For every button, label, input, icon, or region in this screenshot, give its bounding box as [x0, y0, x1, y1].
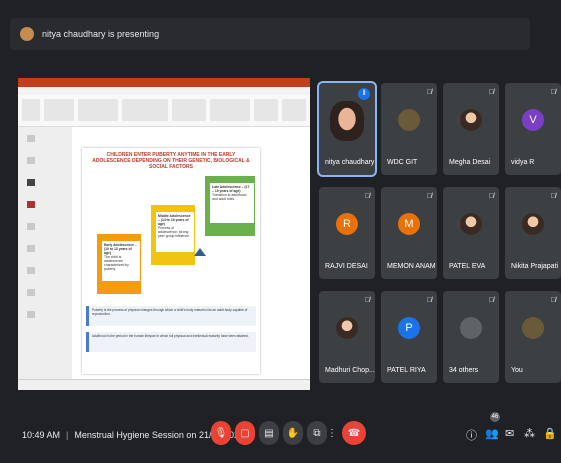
presenter-avatar [20, 27, 34, 41]
avatar-initial: M [398, 213, 420, 235]
powerpoint-tabs [18, 87, 310, 95]
hand-icon: ✋ [286, 427, 300, 439]
arrow-icon [194, 248, 206, 256]
mic-off-icon: 🎙 [214, 427, 228, 439]
avatar-photo [336, 317, 358, 339]
chat-icon[interactable]: ✉ [505, 427, 514, 440]
avatar-group [460, 317, 482, 339]
participant-tile[interactable]: 🎙̸ WDC GIT [381, 83, 437, 175]
mic-muted-icon: 🎙̸ [488, 297, 494, 304]
powerpoint-statusbar [18, 379, 310, 390]
avatar-initial: P [398, 317, 420, 339]
presenting-text: nitya chaudhary is presenting [42, 29, 160, 39]
people-icon[interactable]: 👥 [485, 427, 499, 440]
avatar-photo [460, 213, 482, 235]
mic-muted-icon: 🎙̸ [550, 89, 556, 96]
mic-muted-icon: 🎙̸ [426, 193, 432, 200]
participant-tile[interactable]: 🎙̸ R RAJVI DESAI [319, 187, 375, 279]
mic-muted-icon: 🎙̸ [488, 89, 494, 96]
participant-tile[interactable]: 🎙̸ Madhuri Chop... [319, 291, 375, 383]
captions-button[interactable]: ▤ [259, 421, 279, 445]
participant-tile[interactable]: 🎙̸ P PATEL RIYA [381, 291, 437, 383]
participant-tile[interactable]: 🎙̸ You [505, 291, 561, 383]
mic-muted-icon: 🎙̸ [488, 193, 494, 200]
step-card-middle: Middle Adolescence – (14 to 16 years of … [156, 212, 194, 252]
raise-hand-button[interactable]: ✋ [283, 421, 303, 445]
avatar-logo [398, 109, 420, 131]
slide-thumbnails [18, 127, 72, 379]
hangup-icon: ☎ [347, 427, 361, 439]
mic-muted-icon: 🎙̸ [550, 297, 556, 304]
participant-name: 34 others [449, 367, 479, 374]
participant-name: PATEL RIYA [387, 367, 426, 374]
people-count-badge: 46 [490, 412, 500, 422]
camera-off-icon: ▢ [240, 427, 250, 439]
host-controls-icon[interactable]: 🔒 [543, 427, 557, 440]
participant-name: Madhuri Chop... [325, 367, 375, 374]
participant-name: PATEL EVA [449, 263, 486, 270]
current-slide: CHILDREN ENTER PUBERTY ANYTIME IN THE EA… [82, 148, 260, 374]
avatar-photo [330, 101, 364, 141]
participant-tile[interactable]: 🎙̸ PATEL EVA [443, 187, 499, 279]
mic-off-button[interactable]: 🎙 [211, 421, 231, 445]
avatar-initial: R [336, 213, 358, 235]
mic-muted-icon: 🎙̸ [426, 89, 432, 96]
participant-name: MEMON ANAM [387, 263, 436, 270]
participant-tile[interactable]: 🎙̸ Megha Desai [443, 83, 499, 175]
mic-muted-icon: 🎙̸ [364, 297, 370, 304]
bottom-toolbar: 10:49 AM | Menstrual Hygiene Session on 21… [0, 412, 561, 452]
camera-off-button[interactable]: ▢ [235, 421, 255, 445]
clock: 10:49 AM [22, 430, 61, 440]
presenting-banner: nitya chaudhary is presenting [10, 18, 530, 50]
participant-name: You [511, 367, 523, 374]
mic-muted-icon: 🎙̸ [426, 297, 432, 304]
step-card-late: Late Adolescence – (17 – 19 years of age… [210, 183, 254, 223]
present-icon: ⧉ [313, 427, 321, 439]
puberty-note: Puberty is the process of physical chang… [86, 306, 256, 326]
avatar-logo [522, 317, 544, 339]
participant-tile[interactable]: 🎙̸ Vvidya R [505, 83, 561, 175]
participant-tile[interactable]: 🎙̸ Nikita Prajapati [505, 187, 561, 279]
avatar-photo [522, 213, 544, 235]
more-options-button[interactable]: ⋮ [325, 421, 339, 445]
powerpoint-ribbon [18, 95, 310, 127]
present-button[interactable]: ⧉ [307, 421, 327, 445]
more-vert-icon: ⋮ [327, 427, 337, 439]
mic-muted-icon: 🎙̸ [550, 193, 556, 200]
leave-call-button[interactable]: ☎ [342, 421, 366, 445]
avatar-photo [460, 109, 482, 131]
slide-heading: CHILDREN ENTER PUBERTY ANYTIME IN THE EA… [92, 152, 250, 170]
participant-name: Megha Desai [449, 159, 491, 166]
captions-icon: ▤ [264, 427, 274, 439]
adulthood-note: Adulthood is the period in the human lif… [86, 332, 256, 352]
participant-name: nitya chaudhary [325, 159, 375, 166]
activities-icon[interactable]: ⁂ [524, 427, 535, 440]
speaking-indicator-icon: ⦀ [358, 88, 370, 100]
participant-tile[interactable]: 🎙̸ M MEMON ANAM [381, 187, 437, 279]
participant-name: WDC GIT [387, 159, 418, 166]
powerpoint-titlebar [18, 78, 310, 87]
participant-name: Nikita Prajapati [511, 263, 559, 270]
step-card-early: Early Adolescence – (10 to 13 years of a… [102, 241, 140, 281]
mic-muted-icon: 🎙̸ [364, 193, 370, 200]
participant-tile[interactable]: ⦀ nitya chaudhary [317, 81, 377, 177]
avatar-initial: V [522, 109, 544, 131]
participant-tile[interactable]: 🎙̸ 34 others [443, 291, 499, 383]
participant-name: vidya R [511, 159, 535, 166]
participant-name: RAJVI DESAI [325, 263, 368, 270]
shared-screen: CHILDREN ENTER PUBERTY ANYTIME IN THE EA… [18, 78, 310, 390]
info-icon[interactable]: ⓘ [466, 427, 477, 443]
